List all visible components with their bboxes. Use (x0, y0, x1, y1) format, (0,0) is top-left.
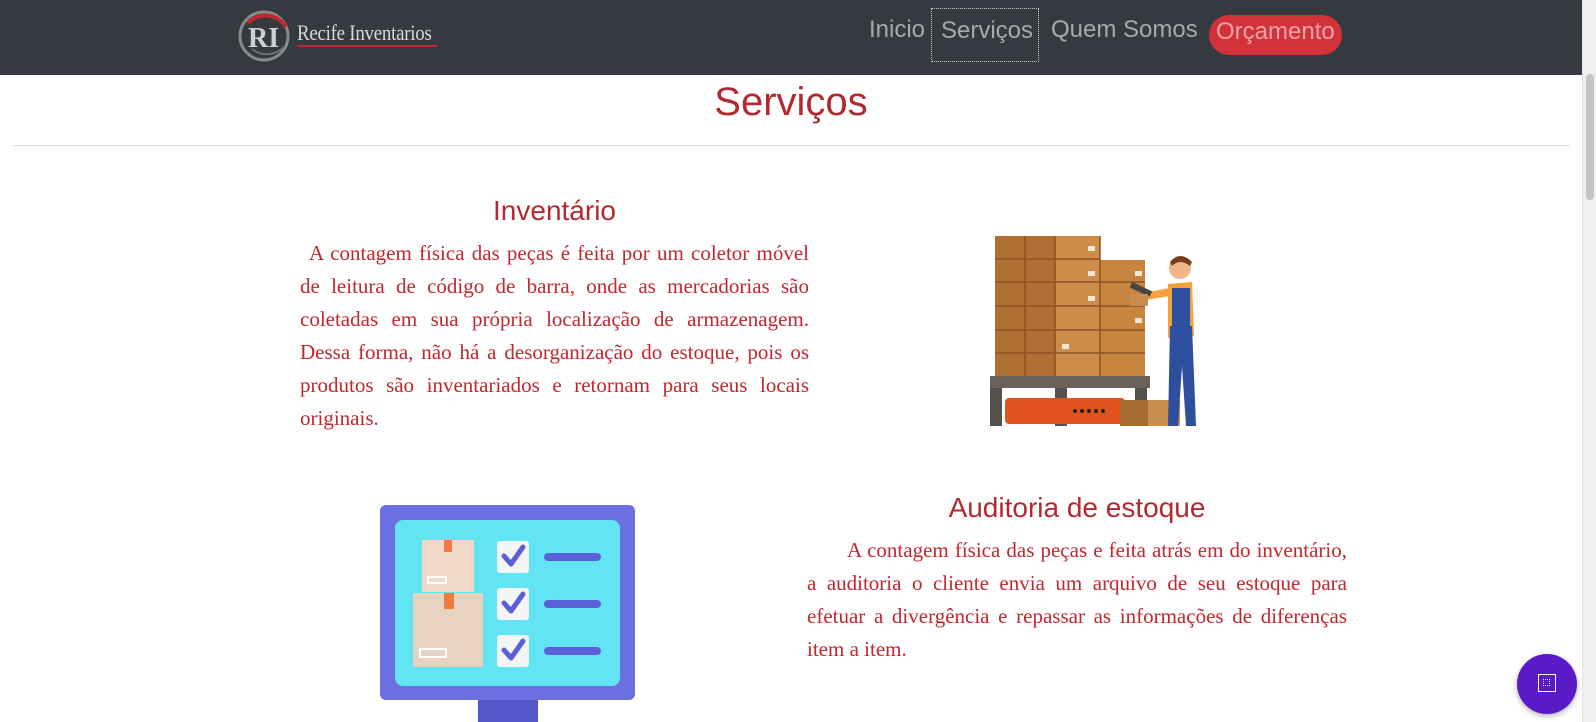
nav-link-quem-somos[interactable]: Quem Somos (1051, 16, 1198, 44)
page-scrollbar[interactable] (1582, 0, 1596, 722)
logo-text[interactable]: Recife Inventarios (297, 20, 432, 46)
scrollbar-thumb[interactable] (1586, 74, 1594, 200)
svg-text:RI: RI (248, 23, 279, 54)
section-title: Serviços (714, 80, 868, 124)
checklist-monitor-icon (380, 505, 635, 722)
warehouse-worker-icon (990, 236, 1196, 426)
logo-underline (297, 45, 437, 47)
service-title-inventario: Inventário (493, 195, 616, 226)
orcamento-button[interactable]: Orçamento (1209, 15, 1342, 55)
section-divider (13, 145, 1570, 146)
service-text-inventario: A contagem física das peças é feita por … (300, 241, 809, 430)
accessibility-widget-button[interactable] (1517, 654, 1577, 714)
accessibility-widget-icon (1538, 674, 1556, 692)
service-title-auditoria: Auditoria de estoque (948, 492, 1206, 523)
nav-link-inicio[interactable]: Inicio (869, 16, 925, 44)
service-text-auditoria: A contagem física das peças e feita atrá… (807, 538, 1347, 661)
nav-link-servicos[interactable]: Serviços (931, 8, 1039, 62)
top-navbar: RI Recife Inventarios Inicio Serviços Qu… (0, 0, 1582, 75)
